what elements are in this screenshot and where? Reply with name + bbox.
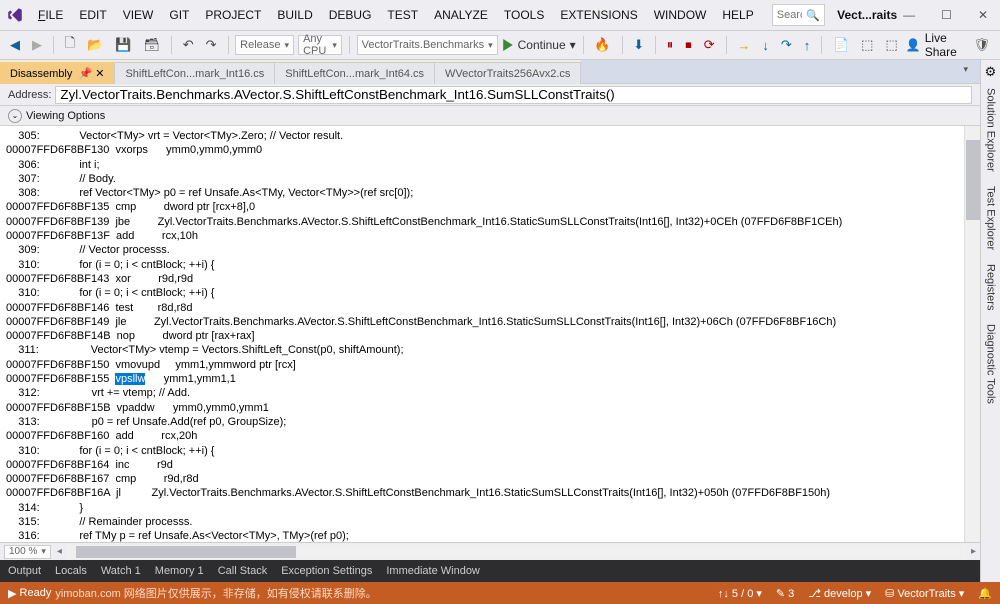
highlighted-instruction: vpsllw: [115, 373, 145, 385]
hot-reload-button[interactable]: 🔥: [590, 35, 614, 55]
break-all-button[interactable]: ⏸: [663, 35, 678, 55]
stop-button[interactable]: ⏹: [681, 35, 696, 55]
menu-edit[interactable]: EDIT: [73, 4, 112, 26]
platform-combo[interactable]: Any CPU: [298, 35, 342, 55]
search-box[interactable]: 🔍: [772, 4, 825, 26]
tb-extra3[interactable]: ⬚: [881, 35, 901, 55]
new-project-button[interactable]: 🗋: [61, 32, 79, 58]
horizontal-scrollbar[interactable]: [66, 545, 967, 559]
address-input[interactable]: [55, 86, 972, 104]
save-button[interactable]: 💾: [111, 35, 135, 55]
vertical-scrollbar[interactable]: [964, 126, 980, 542]
menu-help[interactable]: HELP: [716, 4, 759, 26]
menu-extensions[interactable]: EXTENSIONS: [554, 4, 643, 26]
bottom-exception[interactable]: Exception Settings: [281, 565, 372, 577]
tab-int64[interactable]: ShiftLeftCon...mark_Int64.cs: [275, 62, 435, 84]
menu-tools[interactable]: TOOLS: [498, 4, 550, 26]
tab-int16[interactable]: ShiftLeftCon...mark_Int16.cs: [115, 62, 275, 84]
restart-button[interactable]: ⟳: [700, 35, 719, 55]
live-share-button[interactable]: 👤 Live Share: [906, 31, 958, 59]
disassembly-view[interactable]: 305: Vector<TMy> vrt = Vector<TMy>.Zero;…: [0, 126, 964, 542]
nav-back-button[interactable]: ◀: [6, 35, 24, 55]
bottom-callstack[interactable]: Call Stack: [218, 565, 268, 577]
search-icon: 🔍: [806, 9, 820, 22]
side-registers[interactable]: Registers: [983, 258, 999, 316]
undo-button[interactable]: ↶: [179, 35, 198, 55]
menu-debug[interactable]: DEBUG: [323, 4, 378, 26]
open-button[interactable]: 📂: [83, 35, 107, 55]
menu-file[interactable]: FILE: [32, 4, 69, 26]
watermark-text: yimoban.com 网络图片仅供展示，非存储，如有侵权请联系删除。: [55, 585, 376, 601]
vs-logo-icon: [6, 5, 24, 25]
minimize-button[interactable]: —: [897, 4, 921, 26]
continue-button[interactable]: Continue ▾: [502, 38, 576, 52]
menu-project[interactable]: PROJECT: [199, 4, 267, 26]
bottom-memory[interactable]: Memory 1: [155, 565, 204, 577]
tab-avx2[interactable]: WVectorTraits256Avx2.cs: [435, 62, 581, 84]
bottom-watch[interactable]: Watch 1: [101, 565, 141, 577]
save-all-button[interactable]: 🗃: [140, 35, 165, 55]
side-solution-explorer[interactable]: Solution Explorer: [983, 82, 999, 178]
menu-analyze[interactable]: ANALYZE: [428, 4, 494, 26]
close-button[interactable]: ✕: [972, 4, 994, 26]
menu-git[interactable]: GIT: [163, 4, 195, 26]
admin-icon: 🛡: [969, 35, 994, 55]
play-icon: [502, 39, 514, 51]
menu-test[interactable]: TEST: [381, 4, 424, 26]
step-over-button[interactable]: ⬇: [629, 35, 648, 55]
viewing-options[interactable]: ⌄ Viewing Options: [0, 106, 980, 126]
liveshare-icon: 👤: [906, 38, 921, 52]
tb-extra1[interactable]: 📄: [829, 35, 853, 55]
chevron-down-icon: ⌄: [8, 109, 22, 123]
bottom-output[interactable]: Output: [8, 565, 41, 577]
address-label: Address:: [8, 89, 51, 101]
nav-forward-button[interactable]: ▶: [28, 35, 46, 55]
step-over2-button[interactable]: ↷: [777, 35, 796, 55]
tab-disassembly[interactable]: Disassembly 📌 ✕: [0, 62, 115, 84]
maximize-button[interactable]: ☐: [935, 4, 958, 26]
side-diagnostic[interactable]: Diagnostic Tools: [983, 318, 999, 410]
zoom-combo[interactable]: 100 %: [4, 545, 51, 559]
config-combo[interactable]: Release: [235, 35, 294, 55]
startup-combo[interactable]: VectorTraits.Benchmarks: [357, 35, 498, 55]
bottom-immediate[interactable]: Immediate Window: [386, 565, 480, 577]
side-test-explorer[interactable]: Test Explorer: [983, 180, 999, 256]
tb-extra2[interactable]: ⬚: [857, 35, 877, 55]
solution-label: Vect...raits: [837, 8, 897, 22]
step-into-button[interactable]: ↓: [758, 36, 773, 55]
redo-button[interactable]: ↷: [202, 35, 221, 55]
status-ready: Ready: [20, 587, 52, 599]
search-input[interactable]: [777, 9, 803, 21]
next-statement-button[interactable]: →: [733, 36, 754, 55]
gear-icon[interactable]: ⚙: [985, 64, 997, 80]
step-out-button[interactable]: ↑: [800, 36, 815, 55]
menu-window[interactable]: WINDOW: [648, 4, 713, 26]
menu-view[interactable]: VIEW: [117, 4, 160, 26]
bottom-locals[interactable]: Locals: [55, 565, 87, 577]
menu-build[interactable]: BUILD: [271, 4, 318, 26]
